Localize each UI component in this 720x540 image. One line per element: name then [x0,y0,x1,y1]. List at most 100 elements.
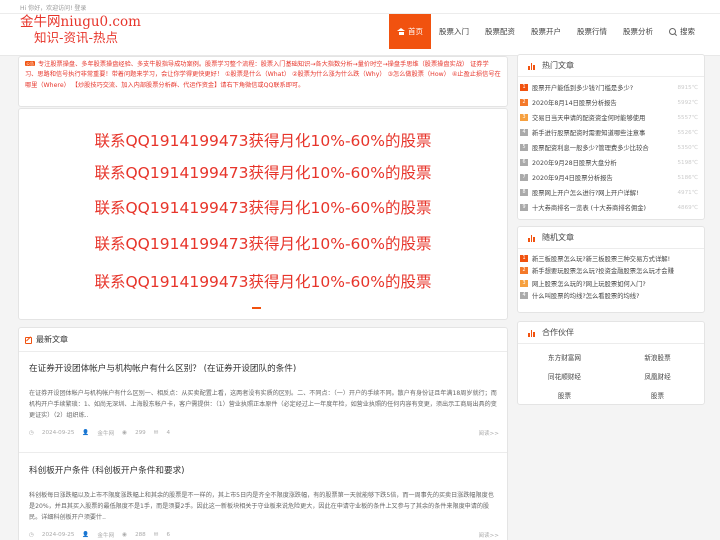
list-item[interactable]: 3 交易日当天申请的配资资金何时能够使用 5557℃ [518,110,704,125]
read-more-link[interactable]: 阅读>> [478,531,499,539]
article-date: 2024-09-25 [41,430,75,436]
nav-search[interactable]: 搜索 [661,14,703,49]
hot-item-views: 5350℃ [677,144,698,151]
hot-item-views: 5198℃ [677,159,698,166]
promo-banner[interactable]: 联系QQ1914199473获得月化10%-60%的股票 联系QQ1914199… [18,108,508,320]
article-excerpt: 在证券开设团体帐户与机构帐户有什么区别一、相反点：从买卖配置上看，这两者没有实质… [29,390,497,419]
rank-badge: 7 [520,174,528,181]
bar-chart-icon [528,62,535,70]
notice-box: 公告 专注股票操盘、多年股票操盘经验、多支牛股指导成功案例。股票学习整个流程：股票… [18,56,508,107]
random-item-title[interactable]: 新三板股票怎么玩?新三板股票三种交易方式详解! [532,254,670,263]
notice-tag: 公告 [25,61,35,66]
divider [19,452,507,453]
rank-badge: 4 [520,292,528,300]
nav-label: 股票入门 [439,27,469,36]
comment-icon: ✉ [153,430,159,436]
read-more-link[interactable]: 阅读>> [478,429,499,437]
rank-badge: 2 [520,99,528,106]
hot-item-views: 4869℃ [677,204,698,211]
latest-title-text: 最新文章 [36,335,68,344]
site-logo[interactable]: 金牛网niugu0.com 知识-资讯-热点 [20,14,144,50]
rank-badge: 1 [520,254,528,262]
list-item[interactable]: 1 股票开户能低到多少钱?门槛是多少? 8915℃ [518,80,704,95]
list-item[interactable]: 5 股票配资利息一般多少?管理费多少比较合 5350℃ [518,140,704,155]
site-header: 金牛网niugu0.com 知识-资讯-热点 首页 股票入门 股票配资 股票开户… [0,14,720,56]
rank-badge: 3 [520,114,528,121]
promo-line-2: 联系QQ1914199473获得月化10%-60%的股票 [94,164,432,182]
rank-badge: 4 [520,129,528,136]
article-comments[interactable]: 4 [166,430,170,436]
article-title[interactable]: 在证券开设团体帐户与机构帐户有什么区别？ (在证券开设团队的条件) [29,362,499,374]
list-item[interactable]: 2 新手想要玩股票怎么玩?投资金融股票怎么玩才会赚 [518,265,704,278]
login-link[interactable]: 登录 [74,5,86,12]
bar-chart-icon [528,329,535,337]
list-item[interactable]: 6 2020年9月28日股票大盘分析 5198℃ [518,155,704,170]
partner-link[interactable]: 东方财富网 [518,352,611,365]
nav-label: 搜索 [680,27,695,36]
home-icon [397,28,405,35]
random-list: 1 新三板股票怎么玩?新三板股票三种交易方式详解! 2 新手想要玩股票怎么玩?投资金… [518,249,704,302]
eye-icon: ◉ [122,430,128,436]
main-nav: 首页 股票入门 股票配资 股票开户 股票行情 股票分析 搜索 [389,14,703,49]
notice-text: 专注股票操盘、多年股票操盘经验、多支牛股指导成功案例。股票学习整个流程：股票入门… [25,61,501,89]
nav-label: 股票配资 [485,27,515,36]
hot-item-title[interactable]: 股票网上开户怎么进行?网上开户详解! [532,188,673,197]
hot-item-title[interactable]: 2020年9月4日股票分析报告 [532,173,673,182]
partner-link[interactable]: 新浪股票 [611,352,704,365]
nav-label: 股票分析 [623,27,653,36]
nav-analysis[interactable]: 股票分析 [615,14,661,49]
rank-badge: 8 [520,189,528,196]
nav-stock-margin[interactable]: 股票配资 [477,14,523,49]
clock-icon: ◷ [29,430,34,436]
partner-links: 东方财富网 新浪股票 同花顺财经 凤凰财经 股票 股票 [518,344,704,403]
article-views: 288 [135,532,146,538]
partner-link[interactable]: 凤凰财经 [611,371,704,384]
hot-item-title[interactable]: 新手进行股票配资时需要知道哪些注意事 [532,128,673,137]
list-item[interactable]: 4 什么叫股票的均线?怎么看股票的均线? [518,290,704,303]
slider-indicator[interactable] [252,307,261,309]
promo-line-3: 联系QQ1914199473获得月化10%-60%的股票 [94,199,432,217]
random-item-title[interactable]: 什么叫股票的均线?怎么看股票的均线? [532,291,639,300]
promo-line-1: 联系QQ1914199473获得月化10%-60%的股票 [94,132,432,150]
list-item[interactable]: 7 2020年9月4日股票分析报告 5186℃ [518,170,704,185]
bar-chart-icon [528,234,535,242]
hot-item-title[interactable]: 2020年9月28日股票大盘分析 [532,158,673,167]
partner-link[interactable]: 股票 [611,390,704,403]
random-item-title[interactable]: 新手想要玩股票怎么玩?投资金融股票怎么玩才会赚 [532,266,674,275]
partner-link[interactable]: 同花顺财经 [518,371,611,384]
nav-home[interactable]: 首页 [389,14,431,49]
random-item-title[interactable]: 网上股票怎么玩的?网上玩股票如何入门? [532,279,646,288]
list-item[interactable]: 1 新三板股票怎么玩?新三板股票三种交易方式详解! [518,252,704,265]
hot-item-title[interactable]: 十大券商排名一览表 (十大券商排名佣金) [532,203,673,212]
article-excerpt: 科创板每日涨跌幅以及上市不限度涨跌幅上和其余的股票是不一样的，其上市5日内是齐全… [29,492,494,521]
comment-icon: ✉ [153,532,159,538]
hot-item-title[interactable]: 股票开户能低到多少钱?门槛是多少? [532,83,673,92]
random-articles: 随机文章 1 新三板股票怎么玩?新三板股票三种交易方式详解! 2 新手想要玩股票怎么… [517,226,705,313]
nav-market[interactable]: 股票行情 [569,14,615,49]
article-comments[interactable]: 6 [166,532,170,538]
list-item[interactable]: 3 网上股票怎么玩的?网上玩股票如何入门? [518,277,704,290]
partner-link[interactable]: 股票 [518,390,611,403]
list-item[interactable]: 9 十大券商排名一览表 (十大券商排名佣金) 4869℃ [518,200,704,215]
article-author[interactable]: 金牛网 [97,429,114,437]
rank-badge: 5 [520,144,528,151]
top-bar: Hi 你好，欢迎访问! 登录 [0,0,720,14]
list-item[interactable]: 8 股票网上开户怎么进行?网上开户详解! 4971℃ [518,185,704,200]
partners-title: 合作伙伴 [518,322,704,344]
hot-item-views: 5992℃ [677,99,698,106]
hot-item-title[interactable]: 股票配资利息一般多少?管理费多少比较合 [532,143,673,152]
nav-account-open[interactable]: 股票开户 [523,14,569,49]
list-item[interactable]: 4 新手进行股票配资时需要知道哪些注意事 5526℃ [518,125,704,140]
search-icon [669,27,677,36]
article-item: 科创板开户条件 (科创板开户条件和要求) 科创板每日涨跌幅以及上市不限度涨跌幅上… [29,464,499,539]
nav-label: 股票开户 [531,27,561,36]
latest-articles: 最新文章 在证券开设团体帐户与机构帐户有什么区别？ (在证券开设团队的条件) 在… [18,327,508,540]
greeting-text: Hi 你好，欢迎访问! [20,5,73,12]
logo-line-2: 知识-资讯-热点 [34,30,119,45]
hot-item-title[interactable]: 交易日当天申请的配资资金何时能够使用 [532,113,673,122]
nav-stock-intro[interactable]: 股票入门 [431,14,477,49]
hot-item-title[interactable]: 2020年8月14日股票分析报告 [532,98,673,107]
article-author[interactable]: 金牛网 [97,531,114,539]
list-item[interactable]: 2 2020年8月14日股票分析报告 5992℃ [518,95,704,110]
article-title[interactable]: 科创板开户条件 (科创板开户条件和要求) [29,464,499,476]
